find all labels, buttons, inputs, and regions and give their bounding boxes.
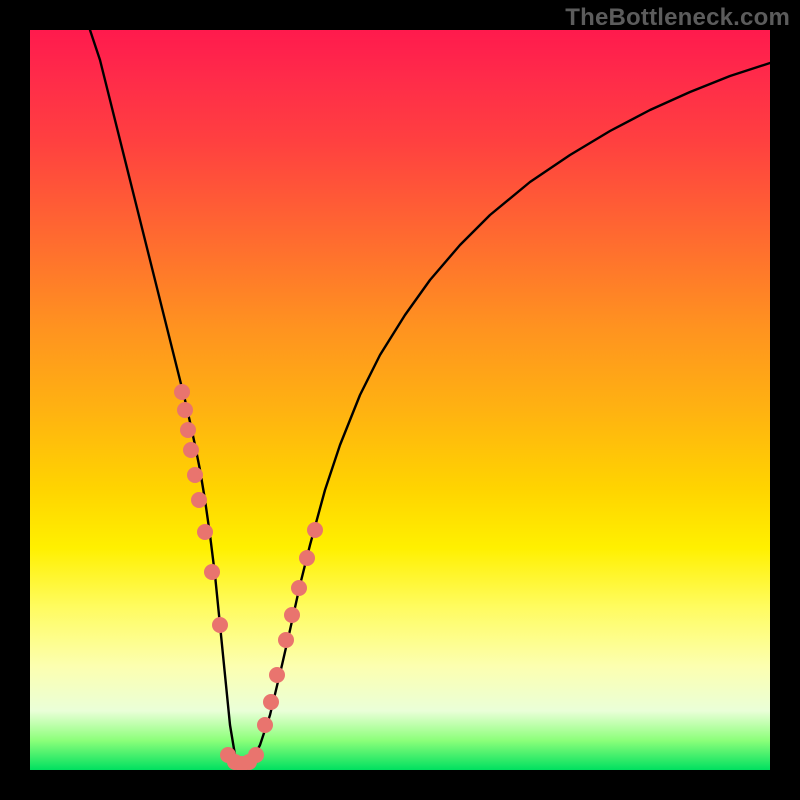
data-dot [204,564,220,580]
data-dot [248,747,264,763]
data-dot [180,422,196,438]
data-dot [291,580,307,596]
data-dot [187,467,203,483]
chart-frame [30,30,770,770]
data-dot [257,717,273,733]
data-dot [174,384,190,400]
data-dot [263,694,279,710]
data-dots [174,384,323,770]
data-dot [278,632,294,648]
data-dot [299,550,315,566]
data-dot [307,522,323,538]
watermark-text: TheBottleneck.com [565,4,790,32]
bottleneck-chart [30,30,770,770]
data-dot [183,442,199,458]
data-dot [177,402,193,418]
data-dot [197,524,213,540]
data-dot [191,492,207,508]
data-dot [269,667,285,683]
data-dot [284,607,300,623]
bottleneck-curve [90,30,770,765]
data-dot [212,617,228,633]
